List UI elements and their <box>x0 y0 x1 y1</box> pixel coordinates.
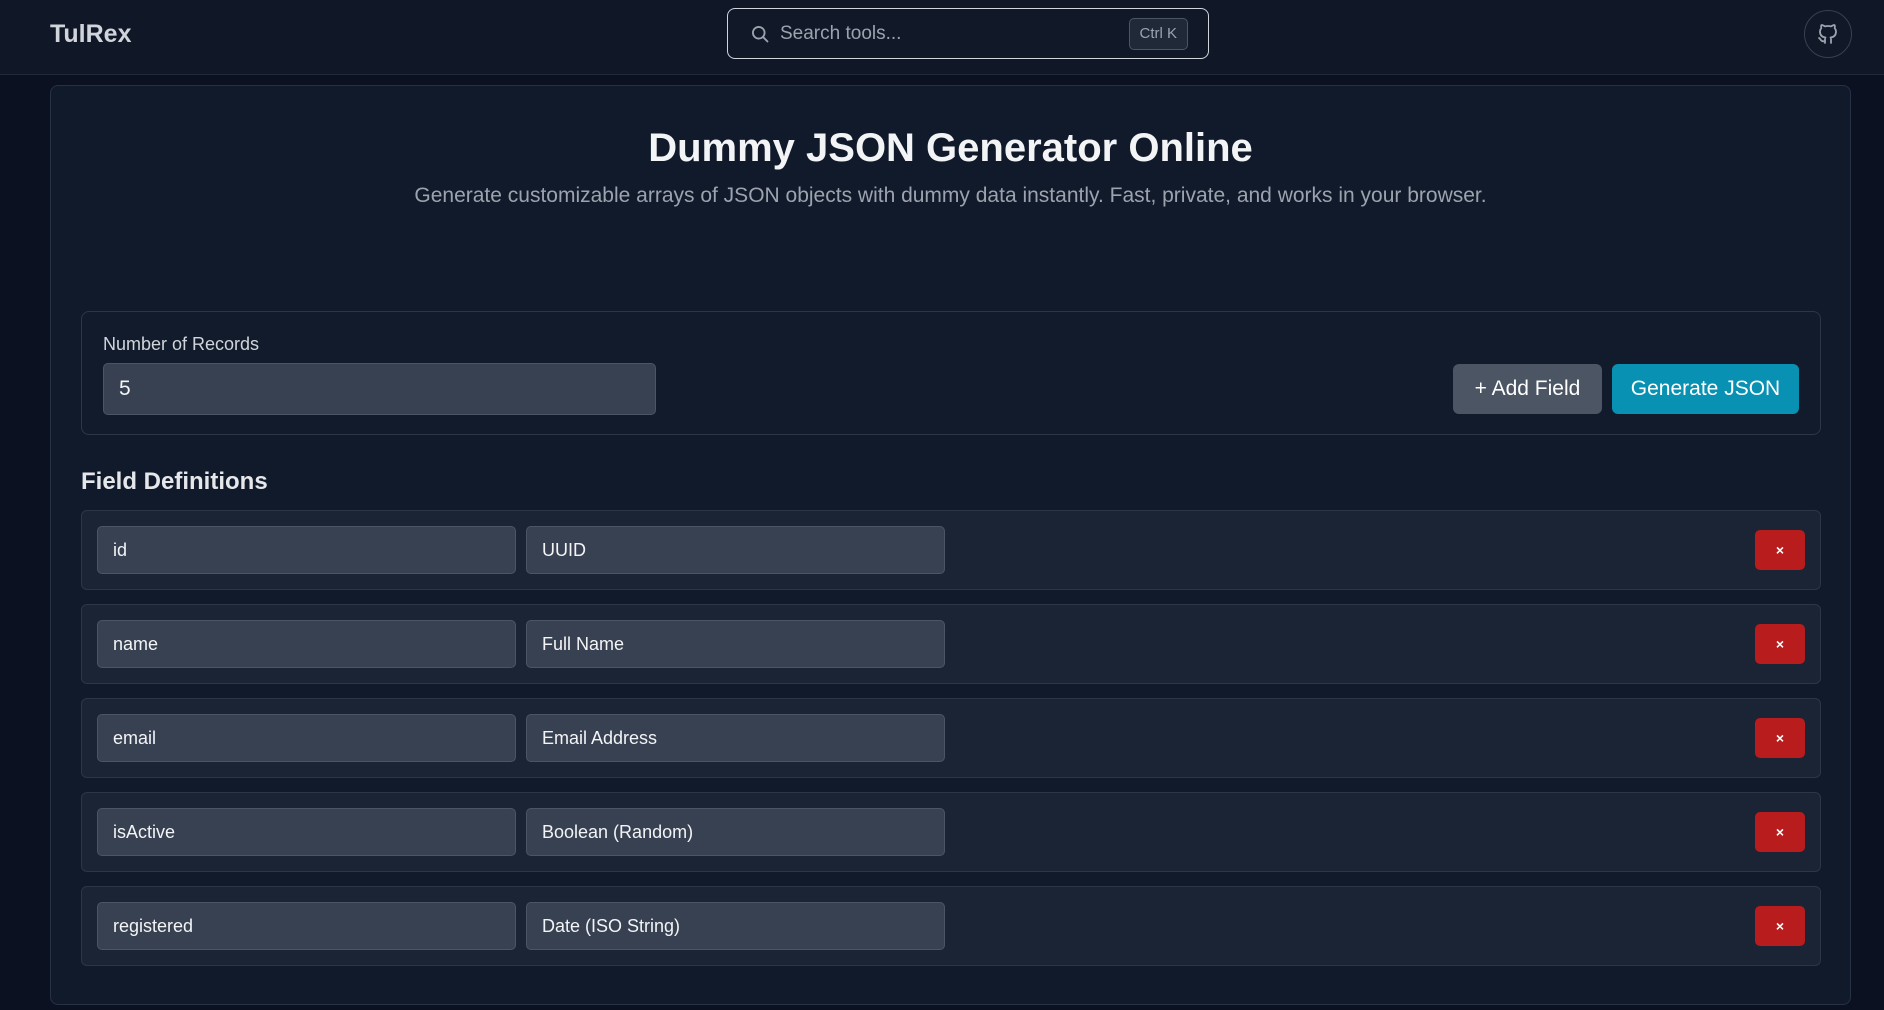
field-row: × <box>81 604 1821 684</box>
field-type-input[interactable] <box>526 902 945 950</box>
field-row: × <box>81 886 1821 966</box>
remove-field-button[interactable]: × <box>1755 718 1805 758</box>
field-row: × <box>81 510 1821 590</box>
remove-field-button[interactable]: × <box>1755 812 1805 852</box>
field-name-input[interactable] <box>97 902 516 950</box>
field-type-input[interactable] <box>526 714 945 762</box>
search-icon <box>752 26 769 43</box>
top-navigation-bar: TulRex Ctrl K <box>0 0 1884 75</box>
field-definitions-list: × × × × × <box>81 510 1821 980</box>
remove-field-button[interactable]: × <box>1755 530 1805 570</box>
github-link-button[interactable] <box>1804 10 1852 58</box>
records-label: Number of Records <box>103 334 260 354</box>
search-box[interactable]: Ctrl K <box>727 8 1209 59</box>
field-row: × <box>81 698 1821 778</box>
records-input[interactable] <box>103 363 656 415</box>
page-subtitle: Generate customizable arrays of JSON obj… <box>414 184 1487 207</box>
remove-field-button[interactable]: × <box>1755 624 1805 664</box>
field-name-input[interactable] <box>97 714 516 762</box>
field-definitions-title: Field Definitions <box>81 468 268 495</box>
field-name-input[interactable] <box>97 620 516 668</box>
add-field-button[interactable]: + Add Field <box>1453 364 1602 414</box>
field-row: × <box>81 792 1821 872</box>
search-input[interactable] <box>780 19 1080 49</box>
page-title: Dummy JSON Generator Online <box>648 126 1253 170</box>
tool-card: Dummy JSON Generator Online Generate cus… <box>50 85 1851 1005</box>
search-shortcut-badge: Ctrl K <box>1128 18 1188 50</box>
field-type-input[interactable] <box>526 526 945 574</box>
generator-controls: Number of Records + Add Field Generate J… <box>81 311 1821 435</box>
remove-field-button[interactable]: × <box>1755 906 1805 946</box>
brand-logo[interactable]: TulRex <box>50 20 132 49</box>
github-icon <box>1818 24 1837 44</box>
field-type-input[interactable] <box>526 620 945 668</box>
field-name-input[interactable] <box>97 808 516 856</box>
field-type-input[interactable] <box>526 808 945 856</box>
field-name-input[interactable] <box>97 526 516 574</box>
generate-json-button[interactable]: Generate JSON <box>1612 364 1799 414</box>
